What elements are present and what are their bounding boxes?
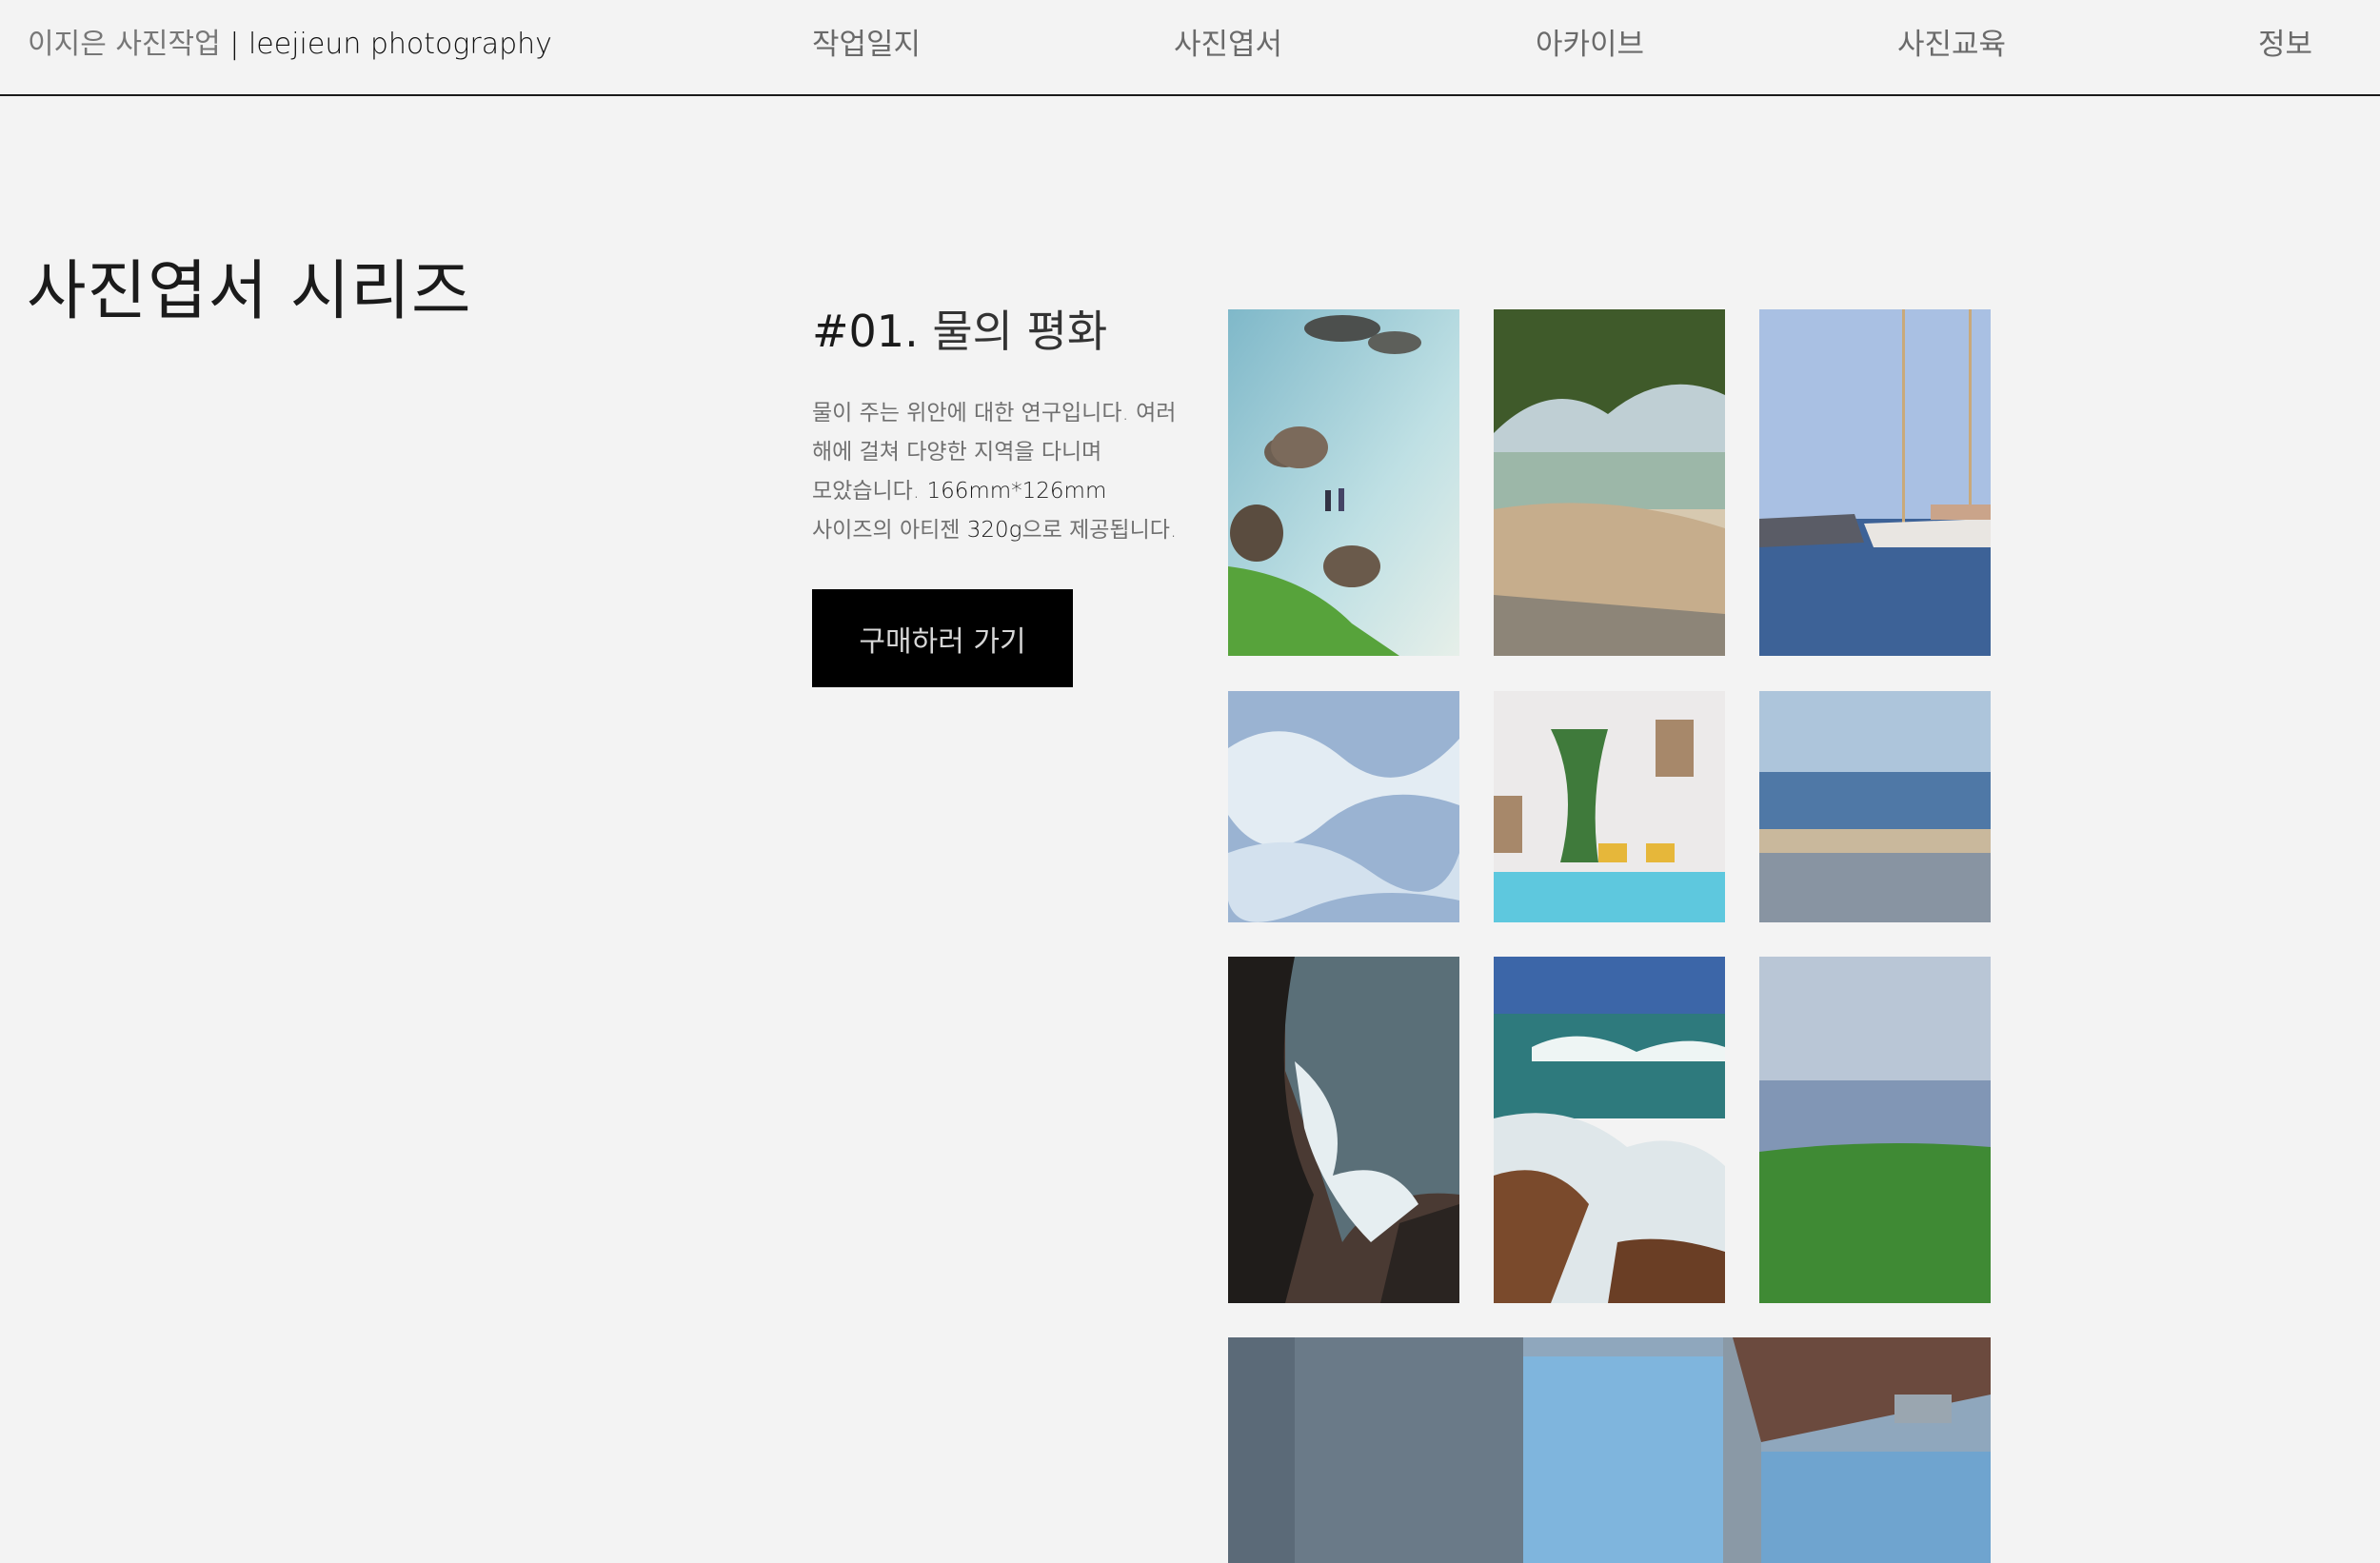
- nav-item-postcards[interactable]: 사진엽서: [1174, 26, 1282, 64]
- beach-rocks-photo[interactable]: [1228, 309, 1459, 656]
- series-name: 물의 평화: [932, 306, 1108, 357]
- crashing-wave-photo[interactable]: [1494, 957, 1725, 1303]
- series-description: 물이 주는 위안에 대한 연구입니다. 여러 해에 걸쳐 다양한 지역을 다니며…: [812, 394, 1193, 550]
- series-number: #01.: [812, 306, 919, 357]
- description-size: 166mm*126mm: [926, 479, 1107, 504]
- nav-item-info[interactable]: 정보: [2258, 26, 2312, 64]
- foam-waves-photo[interactable]: [1228, 691, 1459, 922]
- brand-english: leejieun photography: [248, 28, 552, 61]
- sailboat-harbor-photo[interactable]: [1759, 309, 1991, 656]
- description-paper: 320g: [966, 518, 1022, 543]
- cliff-surf-photo[interactable]: [1228, 957, 1459, 1303]
- hotel-pool-photo[interactable]: [1494, 691, 1725, 922]
- buy-button[interactable]: 구매하러 가기: [812, 589, 1073, 687]
- brand-logo[interactable]: 이지은 사진작업 | leejieun photography: [28, 26, 552, 64]
- brand-korean: 이지은 사진작업: [28, 28, 221, 61]
- site-header: 이지은 사진작업 | leejieun photography 작업일지 사진엽…: [0, 0, 2380, 96]
- nav-item-archive[interactable]: 아카이브: [1536, 26, 1644, 64]
- page-title: 사진엽서 시리즈: [27, 254, 472, 329]
- sea-horizon-photo[interactable]: [1759, 691, 1991, 922]
- description-text-3: 으로 제공됩니다.: [1021, 518, 1178, 543]
- description-text-2: 사이즈의 아티젠: [812, 518, 967, 543]
- series-title: #01. 물의 평화: [812, 303, 1107, 360]
- green-coast-photo[interactable]: [1759, 957, 1991, 1303]
- nav-item-education[interactable]: 사진교육: [1897, 26, 2006, 64]
- ferry-window-photo[interactable]: [1228, 1337, 1991, 1563]
- tree-beach-photo[interactable]: [1494, 309, 1725, 656]
- brand-separator: |: [220, 28, 248, 61]
- nav-item-worklog[interactable]: 작업일지: [812, 26, 921, 64]
